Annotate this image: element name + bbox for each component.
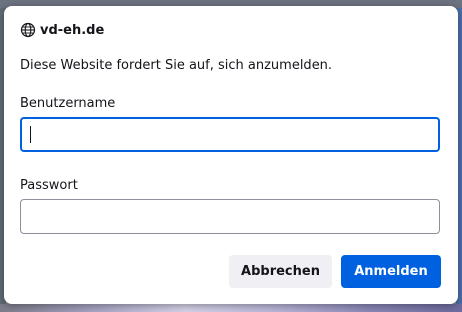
cancel-button[interactable]: Abbrechen	[229, 255, 332, 288]
dialog-message: Diese Website fordert Sie auf, sich anzu…	[20, 58, 333, 73]
login-dialog: vd-eh.de Diese Website fordert Sie auf, …	[4, 6, 458, 304]
password-input[interactable]	[20, 199, 440, 234]
username-label: Benutzername	[20, 96, 116, 111]
username-input[interactable]	[20, 117, 440, 152]
globe-icon	[20, 22, 36, 38]
password-label: Passwort	[20, 178, 78, 193]
dialog-header: vd-eh.de	[20, 20, 104, 40]
background-page-bottom	[0, 304, 462, 312]
dialog-site-title: vd-eh.de	[40, 22, 105, 38]
login-button[interactable]: Anmelden	[341, 255, 441, 288]
text-caret	[30, 126, 31, 143]
